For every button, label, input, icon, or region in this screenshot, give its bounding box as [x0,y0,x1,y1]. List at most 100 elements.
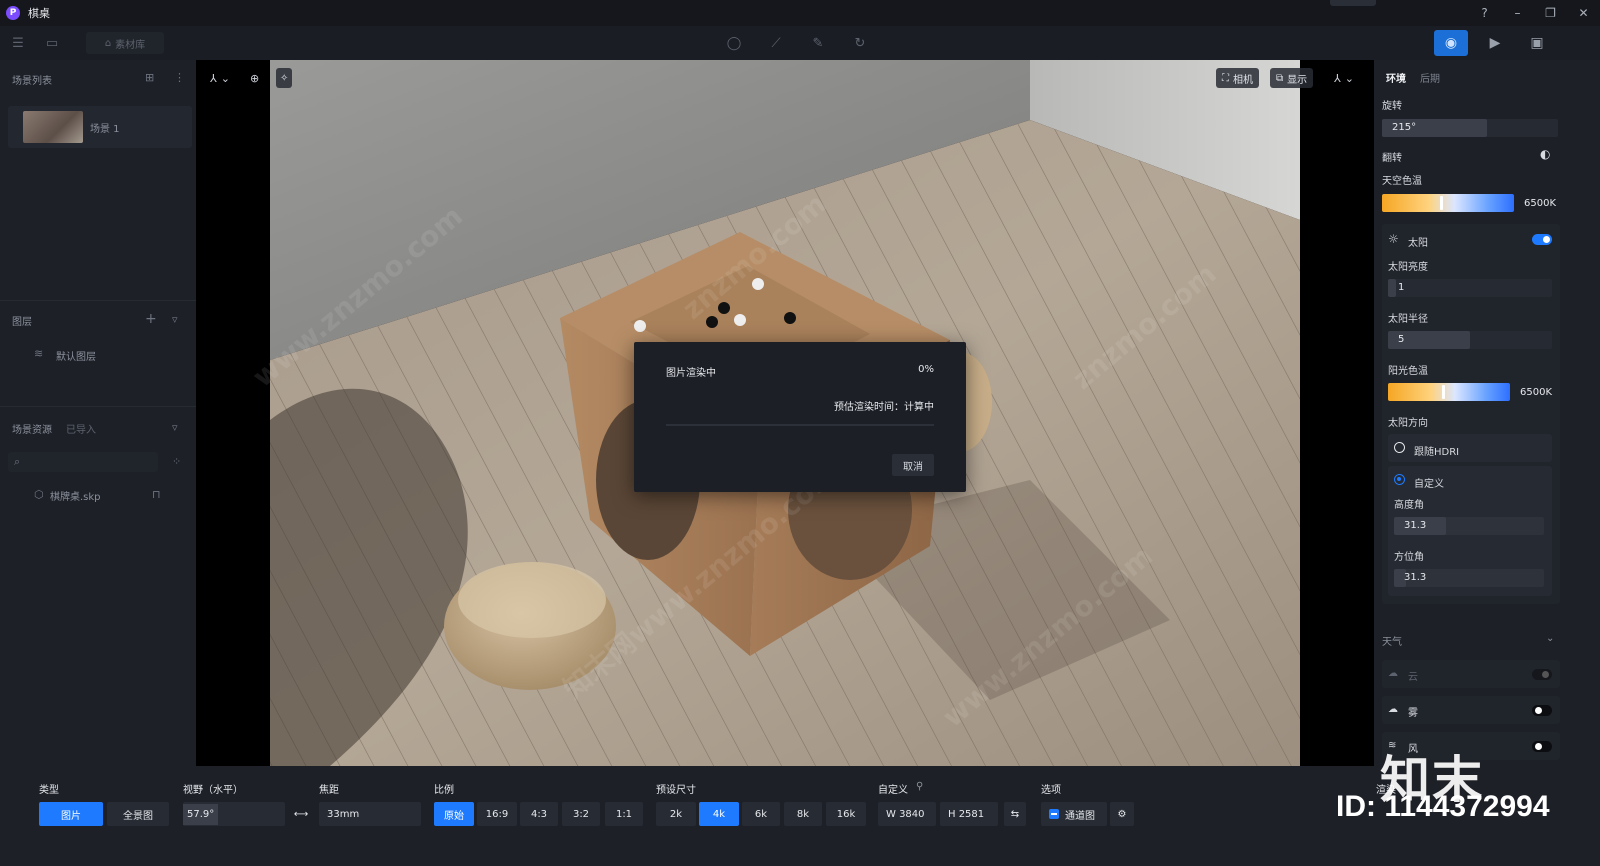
follow-hdri-label: 跟随HDRI [1414,447,1460,458]
slider-handle[interactable] [1442,385,1445,399]
help-icon[interactable]: ? [1468,0,1501,26]
close-icon[interactable]: ✕ [1567,0,1600,26]
window-controls: ? – ❐ ✕ [1468,0,1600,26]
sun-radius-slider[interactable]: 5 [1388,331,1552,349]
rotation-slider[interactable]: 215° [1382,119,1558,137]
gallery-button[interactable]: ▣ [1520,30,1554,56]
image-render-mode-button[interactable]: ◉ [1434,30,1468,56]
measure-icon[interactable]: ⟋ [766,33,786,53]
wind-toggle[interactable] [1532,741,1552,752]
fog-icon: ☁ [1388,704,1398,715]
default-layer-item[interactable]: 默认图层 [56,348,96,363]
light-icon[interactable]: ◯ [724,33,744,53]
altitude-slider[interactable]: 31.3 [1394,517,1544,535]
preset-16k-button[interactable]: 16k [826,802,866,826]
follow-hdri-radio[interactable] [1394,442,1405,453]
dialog-title: 图片渲染中 [666,368,716,379]
menu-icon[interactable]: ☰ [8,33,28,53]
magic-wand-button[interactable]: ✧ [276,68,293,88]
assets-status: 已导入 [66,425,96,436]
add-scene-icon[interactable]: ⊞ [145,71,154,84]
channel-label: 通道图 [1065,810,1095,822]
flip-toggle-icon[interactable]: ◐ [1540,147,1550,161]
rotation-label: 旋转 [1382,101,1402,112]
title-drag-handle[interactable] [1330,0,1376,6]
options-settings-icon[interactable]: ⚙ [1110,802,1134,826]
cancel-render-button[interactable]: 取消 [892,454,934,476]
display-icon: ⧉ [1276,72,1284,84]
custom-radio[interactable] [1394,474,1405,485]
more-icon[interactable]: ⋮ [174,71,185,84]
custom-direction-option[interactable]: 自定义 高度角 31.3 方位角 31.3 [1388,466,1552,596]
add-layer-icon[interactable]: + [145,311,157,327]
ratio-16-9-button[interactable]: 16:9 [477,802,517,826]
globe-icon[interactable]: ⊕ [250,68,259,88]
channel-checkbox[interactable] [1049,809,1059,819]
sun-brightness-value: 1 [1398,282,1405,293]
weather-collapse-icon[interactable]: ⌄ [1546,633,1554,644]
video-render-mode-button[interactable]: ▶ [1478,30,1512,56]
sun-settings-card: ☼ 太阳 太阳亮度 1 太阳半径 5 阳光色温 6500K 太阳方向 跟随HDR… [1382,224,1560,604]
brand-id: ID: 1144372994 [1336,790,1550,823]
sun-brightness-slider[interactable]: 1 [1388,279,1552,297]
display-pill[interactable]: ⧉ 显示 [1270,68,1314,88]
ratio-1-1-button[interactable]: 1:1 [605,802,643,826]
preset-4k-button[interactable]: 4k [699,802,739,826]
camera-pill[interactable]: ⛶ 相机 [1216,68,1259,88]
grid-view-icon[interactable]: ⁘ [172,455,181,468]
camera-settings-button[interactable]: ⛶ 相机 [1216,68,1259,88]
magic-wand-icon[interactable]: ✧ [276,68,293,88]
sunlight-temp-label: 阳光色温 [1388,366,1428,377]
sun-direction-label: 太阳方向 [1388,418,1428,429]
lock-icon[interactable]: ⊓ [152,488,161,501]
follow-hdri-option[interactable]: 跟随HDRI [1388,434,1552,462]
preset-6k-button[interactable]: 6k [742,802,780,826]
channel-option[interactable]: 通道图 [1041,802,1107,826]
render-percent: 0% [918,364,934,375]
material-library-button[interactable]: ⌂ 素材库 [86,32,164,54]
scene-item[interactable]: 场景 1 [8,106,192,148]
sun-toggle[interactable] [1532,234,1552,245]
ratio-3-2-button[interactable]: 3:2 [562,802,600,826]
preset-2k-button[interactable]: 2k [656,802,696,826]
ratio-original-button[interactable]: 原始 [434,802,474,826]
slider-handle[interactable] [1440,196,1443,210]
type-panorama-button[interactable]: 全景图 [107,802,169,826]
sun-label: 太阳 [1408,238,1428,249]
tab-environment[interactable]: 环境 [1386,70,1406,85]
asset-file-item[interactable]: 棋牌桌.skp [50,488,101,503]
layers-collapse-icon[interactable]: ▿ [172,313,178,326]
fov-input[interactable]: 57.9° [183,802,285,826]
sunlight-temp-slider[interactable] [1388,383,1510,401]
cloud-icon: ☁ [1388,668,1398,679]
rotate-icon[interactable]: ↻ [850,33,870,53]
maximize-icon[interactable]: ❐ [1534,0,1567,26]
minimize-icon[interactable]: – [1501,0,1534,26]
ratio-label: 比例 [434,785,454,796]
type-image-button[interactable]: 图片 [39,802,103,826]
file-icon[interactable]: ▭ [42,33,62,53]
preset-8k-button[interactable]: 8k [784,802,822,826]
ratio-4-3-button[interactable]: 4:3 [520,802,558,826]
azimuth-slider[interactable]: 31.3 [1394,569,1544,587]
swap-dimensions-icon[interactable]: ⇆ [1004,802,1026,826]
search-icon: ⌕ [14,455,21,468]
asset-search-input[interactable]: ⌕ [8,452,158,472]
camera-label: 相机 [1233,74,1253,86]
brush-icon[interactable]: ✎ [808,33,828,53]
gizmo-menu[interactable]: ⅄ ⌄ [1334,68,1354,88]
custom-size-info-icon[interactable]: ⚲ [916,781,923,792]
gizmo-icon: ⅄ [1334,71,1341,85]
tab-post[interactable]: 后期 [1420,70,1440,85]
height-input[interactable]: H 2581 [940,802,998,826]
fog-toggle[interactable] [1532,705,1552,716]
focal-input[interactable]: 33mm [319,802,421,826]
fog-label: 雾 [1408,708,1418,719]
display-settings-button[interactable]: ⧉ 显示 [1270,68,1314,88]
sky-temp-slider[interactable] [1382,194,1514,212]
fov-width-icon[interactable]: ⟷ [290,802,312,826]
cloud-toggle[interactable] [1532,669,1552,680]
assets-collapse-icon[interactable]: ▿ [172,421,178,434]
width-input[interactable]: W 3840 [878,802,936,826]
transform-tool[interactable]: ⅄ ⌄ [210,68,230,88]
